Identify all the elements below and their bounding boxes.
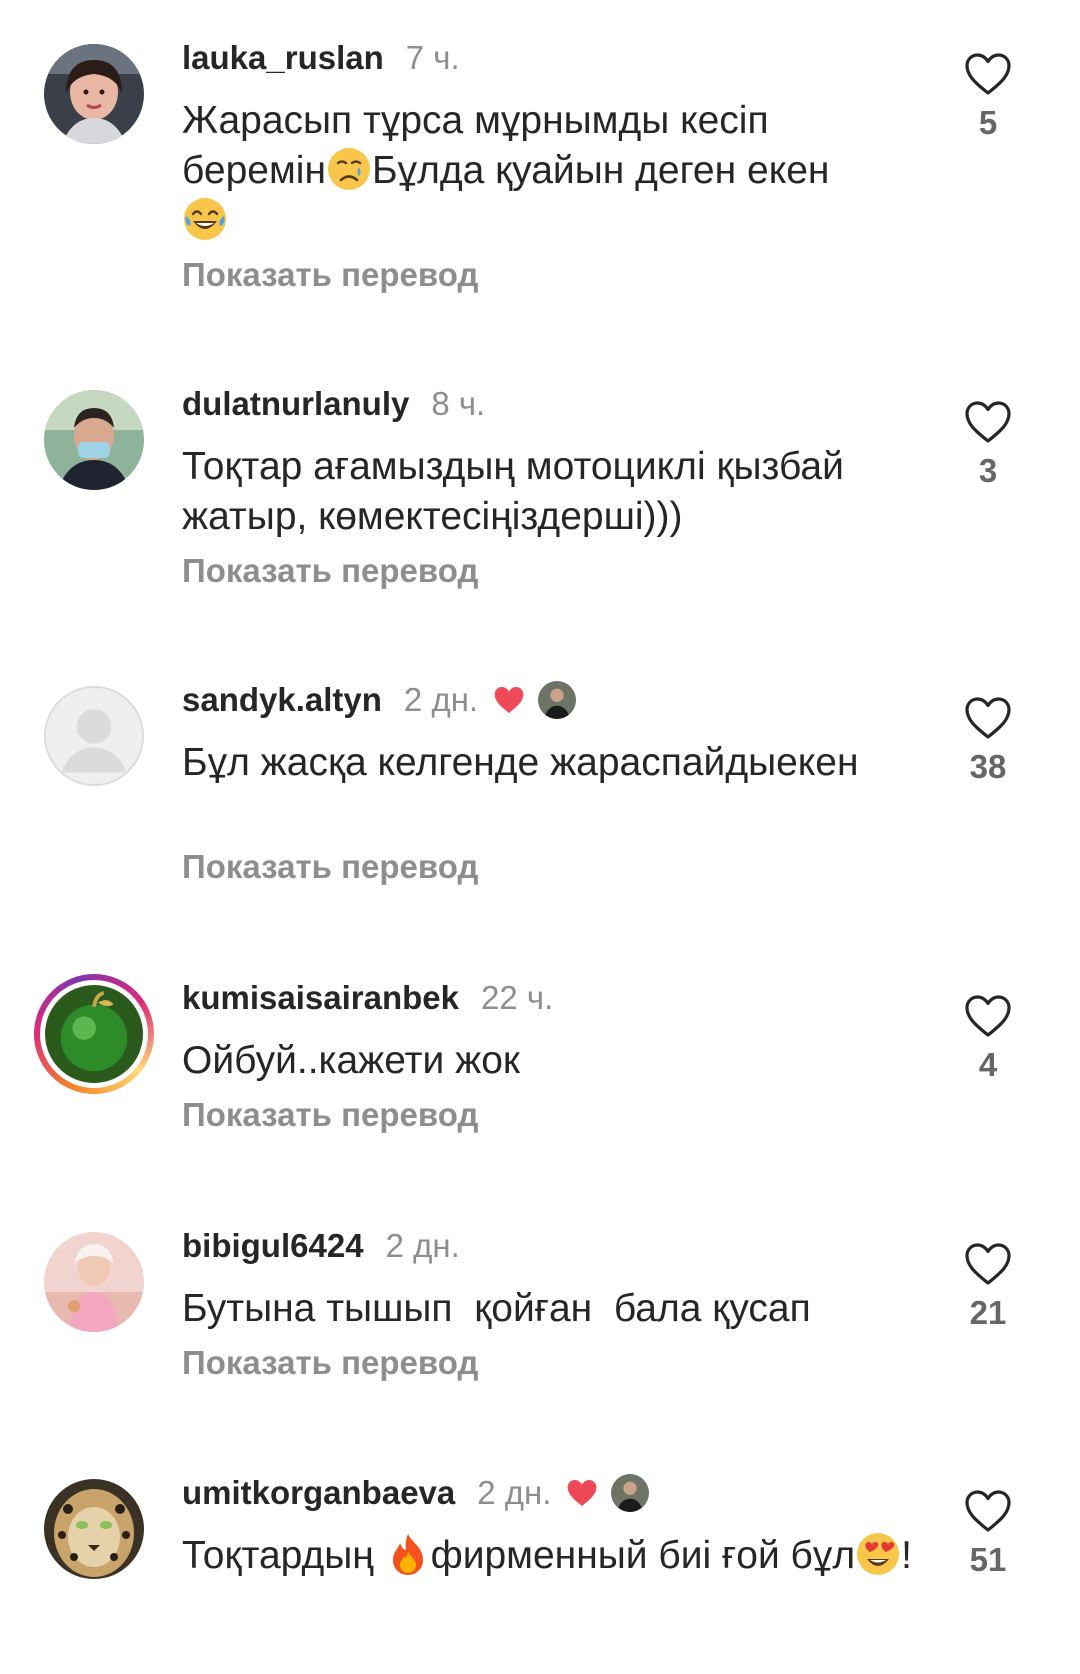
- like-control: 21: [948, 1242, 1028, 1332]
- comment-meta: sandyk.altyn 2 дн.: [182, 680, 577, 720]
- heart-outline-icon[interactable]: [964, 400, 1012, 444]
- comment-text: Бутына тышып қойған бала қусап: [182, 1287, 811, 1330]
- show-translation-link[interactable]: Показать перевод: [182, 1344, 478, 1382]
- comment-meta: kumisaisairanbek 22 ч.: [182, 978, 553, 1018]
- author-avatar: [538, 681, 577, 719]
- comment-meta: lauka_ruslan 7 ч.: [182, 38, 460, 78]
- show-translation-link[interactable]: Показать перевод: [182, 256, 478, 294]
- like-count: 3: [978, 452, 998, 489]
- crying-face-icon: [326, 146, 372, 192]
- comments-list: lauka_ruslan 7 ч. Жарасып тұрса мұрнымды…: [0, 0, 1080, 1674]
- username[interactable]: bibigul6424: [182, 1227, 364, 1265]
- avatar[interactable]: [44, 1232, 144, 1332]
- heart-eyes-face-icon: [855, 1531, 901, 1577]
- heart-outline-icon[interactable]: [964, 52, 1012, 96]
- avatar[interactable]: [44, 44, 144, 144]
- show-translation-link[interactable]: Показать перевод: [182, 1096, 478, 1134]
- like-control: 4: [948, 994, 1028, 1084]
- avatar[interactable]: [44, 1479, 144, 1579]
- timestamp: 2 дн.: [477, 1474, 552, 1511]
- timestamp: 7 ч.: [405, 39, 460, 76]
- avatar[interactable]: [44, 390, 144, 490]
- like-count: 51: [969, 1541, 1007, 1578]
- heart-outline-icon[interactable]: [964, 994, 1012, 1038]
- username[interactable]: dulatnurlanuly: [182, 385, 409, 423]
- like-control: 5: [948, 52, 1028, 142]
- comment-meta: umitkorganbaeva 2 дн.: [182, 1473, 650, 1513]
- timestamp: 2 дн.: [385, 1227, 460, 1264]
- author-liked-heart-icon: [565, 1478, 599, 1508]
- show-translation-link[interactable]: Показать перевод: [182, 552, 478, 590]
- heart-outline-icon[interactable]: [964, 1489, 1012, 1533]
- username[interactable]: sandyk.altyn: [182, 681, 382, 719]
- author-avatar: [611, 1474, 650, 1512]
- username[interactable]: kumisaisairanbek: [182, 979, 459, 1017]
- like-count: 5: [978, 104, 998, 141]
- like-control: 3: [948, 400, 1028, 490]
- comment-text: Тоқтардың фирменный биі ғой бұл!: [182, 1531, 912, 1581]
- fire-icon: [385, 1531, 431, 1577]
- like-count: 21: [969, 1294, 1007, 1331]
- comment-text: Бұл жасқа келгенде жараспайдыекен: [182, 741, 859, 784]
- like-count: 38: [969, 748, 1007, 785]
- comment-text: Жарасып тұрса мұрнымды кесіп беремін Бұлд…: [182, 96, 912, 246]
- like-control: 38: [948, 696, 1028, 786]
- username[interactable]: lauka_ruslan: [182, 39, 384, 77]
- comment-text: Тоқтар ағамыздың мотоциклі қызбай жатыр,…: [182, 445, 855, 538]
- timestamp: 2 дн.: [403, 681, 479, 718]
- comment-text: Ойбуй..кажети жок: [182, 1039, 520, 1082]
- author-liked-heart-icon: [492, 685, 526, 715]
- comment-meta: bibigul6424 2 дн.: [182, 1226, 460, 1266]
- avatar[interactable]: [44, 686, 144, 786]
- username[interactable]: umitkorganbaeva: [182, 1474, 455, 1512]
- comment-meta: dulatnurlanuly 8 ч.: [182, 384, 485, 424]
- timestamp: 22 ч.: [481, 979, 554, 1016]
- heart-outline-icon[interactable]: [964, 696, 1012, 740]
- like-count: 4: [978, 1046, 998, 1083]
- show-translation-link[interactable]: Показать перевод: [182, 848, 478, 886]
- tears-of-joy-face-icon: [182, 196, 228, 242]
- heart-outline-icon[interactable]: [964, 1242, 1012, 1286]
- avatar-story-ring[interactable]: [34, 974, 154, 1094]
- like-control: 51: [948, 1489, 1028, 1579]
- timestamp: 8 ч.: [431, 385, 486, 422]
